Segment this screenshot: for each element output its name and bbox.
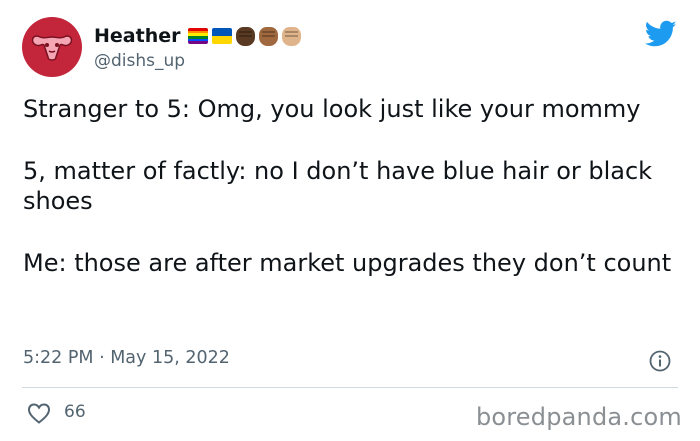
name-badges xyxy=(188,26,302,46)
info-icon[interactable] xyxy=(649,350,671,372)
tweet-paragraph: Me: those are after market upgrades they… xyxy=(23,248,672,277)
like-count: 66 xyxy=(64,402,86,422)
tweet-text: Stranger to 5: Omg, you look just like y… xyxy=(23,94,673,309)
author-name-row: Heather xyxy=(94,24,302,48)
heart-icon[interactable] xyxy=(27,402,51,424)
light-fist-icon xyxy=(282,26,302,46)
author-handle[interactable]: @dishs_up xyxy=(94,51,185,71)
display-name[interactable]: Heather xyxy=(94,24,180,48)
tweet-timestamp[interactable]: 5:22 PM · May 15, 2022 xyxy=(23,348,230,368)
dark-fist-icon xyxy=(236,26,256,46)
ukraine-flag-icon xyxy=(212,28,233,44)
uterus-icon xyxy=(31,35,73,61)
rainbow-flag-icon xyxy=(188,28,209,44)
twitter-bird-icon[interactable] xyxy=(645,20,677,48)
tweet-paragraph: 5, matter of factly: no I don’t have blu… xyxy=(23,156,653,216)
tweet-paragraph: Stranger to 5: Omg, you look just like y… xyxy=(23,95,641,123)
avatar[interactable] xyxy=(22,17,82,77)
divider xyxy=(22,387,678,388)
watermark: boredpanda.com xyxy=(475,403,682,431)
medium-fist-icon xyxy=(259,26,279,46)
